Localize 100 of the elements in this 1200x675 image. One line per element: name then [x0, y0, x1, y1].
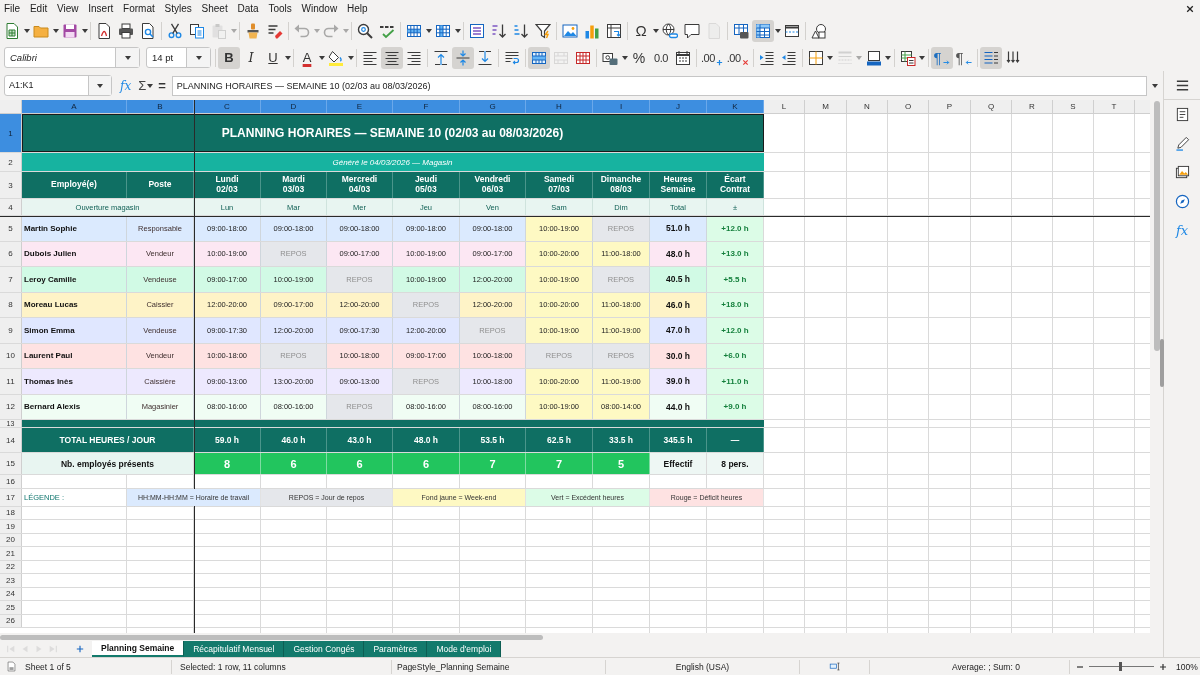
row-header[interactable]: 16	[0, 475, 22, 488]
row-header[interactable]: 3	[0, 172, 22, 198]
caret-icon[interactable]	[621, 55, 628, 60]
caret-icon[interactable]	[284, 55, 291, 60]
sheet-tab[interactable]: Mode d'emploi	[427, 641, 502, 657]
menu-item[interactable]: File	[4, 1, 21, 16]
borders-icon[interactable]	[807, 49, 824, 66]
caret-icon[interactable]	[454, 28, 461, 33]
italic-button[interactable]: I	[240, 46, 262, 69]
table-column-icon[interactable]	[435, 22, 451, 39]
formula-button[interactable]: =	[158, 78, 166, 93]
column-header[interactable]: A	[22, 100, 127, 113]
spreadsheet-document-icon[interactable]	[4, 22, 20, 39]
table-row-icon[interactable]	[406, 22, 422, 39]
align-center-button[interactable]	[381, 46, 403, 69]
column-header[interactable]: E	[327, 100, 393, 113]
row-header[interactable]: 25	[0, 601, 22, 614]
menu-item[interactable]: Tools	[268, 1, 292, 16]
caret-icon[interactable]	[425, 28, 432, 33]
menu-item[interactable]: View	[56, 1, 79, 16]
formula-input[interactable]: PLANNING HORAIRES — SEMAINE 10 (02/03 au 08/03/2026)	[171, 75, 1147, 96]
caret-icon[interactable]	[23, 28, 30, 33]
plus-icon[interactable]	[1159, 662, 1167, 671]
text-direction-button[interactable]	[979, 46, 1002, 69]
caret-icon[interactable]	[919, 55, 926, 60]
menu-item[interactable]: Data	[237, 1, 259, 16]
caret-icon[interactable]	[52, 28, 59, 33]
paint-bucket-icon[interactable]	[328, 49, 344, 66]
split-window-icon[interactable]	[784, 22, 800, 39]
delete-decimal-button[interactable]: .00	[724, 46, 751, 69]
speech-bubble-icon[interactable]	[684, 22, 700, 39]
row-header[interactable]: 5	[0, 216, 22, 241]
add-decimal-button[interactable]: .00	[699, 46, 725, 69]
row-header[interactable]: 21	[0, 547, 22, 560]
menu-item[interactable]: Help	[346, 1, 368, 16]
sidebar-grip[interactable]	[1160, 339, 1164, 387]
row-header[interactable]: 8	[0, 292, 22, 317]
font-name-field[interactable]: Calibri	[4, 47, 140, 68]
column-header[interactable]: C	[194, 100, 261, 113]
search-icon[interactable]	[357, 22, 373, 39]
image-icon[interactable]	[562, 22, 578, 39]
row-header[interactable]: 1	[0, 114, 22, 152]
number-format-button[interactable]: 0.0	[650, 46, 672, 69]
close-icon[interactable]	[1186, 4, 1194, 13]
print-area-icon[interactable]	[733, 22, 749, 39]
calendar-icon[interactable]	[675, 49, 691, 66]
zoom-thumb[interactable]	[1119, 662, 1123, 671]
freeze-panes-button[interactable]	[752, 19, 774, 42]
caret-icon[interactable]	[1152, 83, 1158, 88]
row-header[interactable]: 9	[0, 318, 22, 343]
shapes-icon[interactable]	[811, 22, 827, 39]
row-header[interactable]: 2	[0, 153, 22, 171]
menu-item[interactable]: Window	[301, 1, 338, 16]
eraser-icon[interactable]	[267, 22, 283, 39]
caret-icon[interactable]	[81, 28, 88, 33]
menu-item[interactable]: Format	[123, 1, 155, 16]
border-color-icon[interactable]	[865, 49, 882, 66]
row-header[interactable]: 12	[0, 394, 22, 419]
merge-center-button[interactable]	[528, 46, 550, 69]
printer-icon[interactable]	[118, 22, 134, 39]
column-header[interactable]: D	[261, 100, 327, 113]
column-header[interactable]: H	[526, 100, 593, 113]
caret-icon[interactable]	[774, 28, 781, 33]
menu-item[interactable]: Edit	[29, 1, 48, 16]
images-icon[interactable]	[1174, 165, 1190, 180]
bold-button[interactable]: B	[218, 46, 240, 69]
column-header[interactable]: B	[127, 100, 194, 113]
scrollbar-thumb[interactable]	[0, 634, 543, 640]
sort-descending-icon[interactable]	[513, 22, 529, 39]
outdent-icon[interactable]	[780, 49, 797, 66]
sheet-tab[interactable]: Planning Semaine	[92, 641, 185, 657]
menu-item[interactable]: Sheet	[201, 1, 228, 16]
percent-button[interactable]: %	[628, 46, 650, 69]
indent-icon[interactable]	[758, 49, 775, 66]
row-header[interactable]: 23	[0, 574, 22, 587]
font-size-field[interactable]: 14 pt	[146, 47, 211, 68]
underline-button[interactable]: U	[262, 46, 284, 69]
caret-icon[interactable]	[827, 55, 834, 60]
right-to-left-button[interactable]: ¶	[952, 46, 975, 69]
column-header[interactable]: J	[650, 100, 707, 113]
sort-icon[interactable]	[469, 22, 485, 39]
paintbrush-icon[interactable]	[245, 22, 261, 39]
column-header[interactable]: G	[460, 100, 526, 113]
pencil-icon[interactable]	[1174, 136, 1190, 151]
special-character-button[interactable]: Ω	[630, 19, 652, 42]
language[interactable]: English (USA)	[675, 661, 730, 672]
font-color-button[interactable]: A	[296, 46, 318, 69]
row-header[interactable]: 4	[0, 199, 22, 215]
sort-ascending-icon[interactable]	[491, 22, 507, 39]
menu-item[interactable]: Styles	[164, 1, 192, 16]
menu-item[interactable]: Insert	[88, 1, 114, 16]
document-export-icon[interactable]	[96, 22, 112, 39]
sheet-tab[interactable]: Paramètres	[364, 641, 428, 657]
row-header[interactable]: 14	[0, 428, 22, 452]
unmerge-cells-icon[interactable]	[575, 49, 591, 66]
name-box[interactable]: A1:K1	[4, 75, 112, 96]
caret-icon[interactable]	[146, 83, 153, 88]
document-icon[interactable]	[6, 661, 17, 672]
row-header[interactable]: 15	[0, 453, 22, 474]
column-header[interactable]: I	[593, 100, 650, 113]
